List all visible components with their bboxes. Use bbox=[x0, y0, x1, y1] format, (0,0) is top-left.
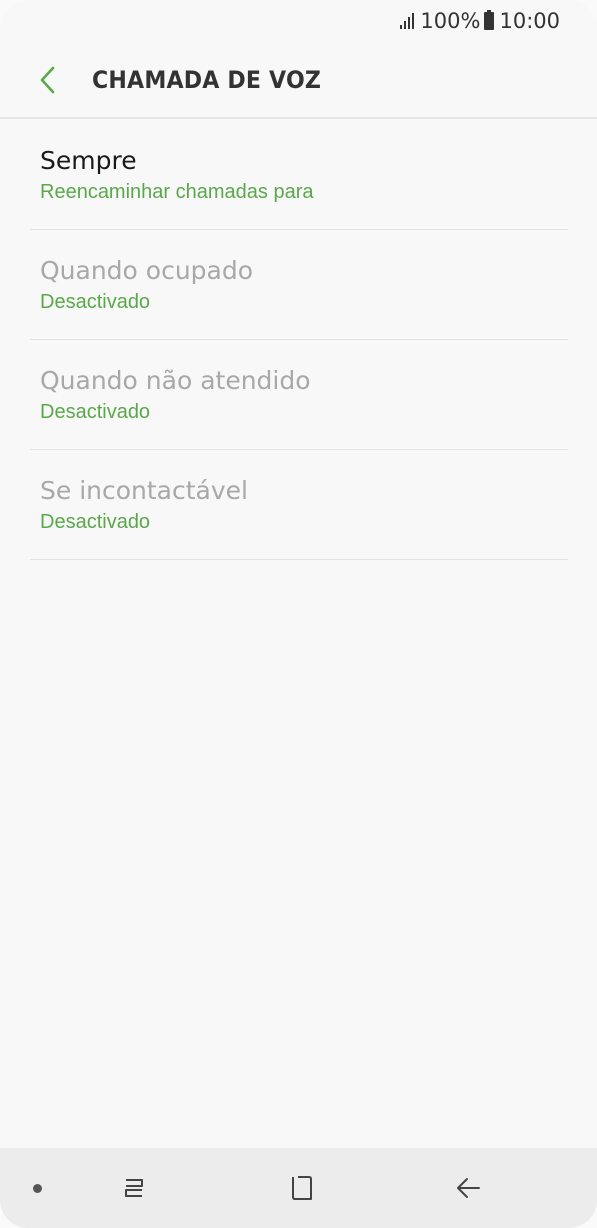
screen: 100% 10:00 CHAMADA DE VOZ Sempre Reencam… bbox=[0, 0, 597, 1228]
item-title: Se incontactável bbox=[40, 476, 248, 505]
item-subtitle: Desactivado bbox=[40, 401, 151, 423]
item-title: Quando ocupado bbox=[40, 256, 254, 285]
call-forwarding-list: Sempre Reencaminhar chamadas para Quando… bbox=[30, 120, 568, 560]
list-item-quando-ocupado[interactable]: Quando ocupado Desactivado bbox=[30, 230, 568, 340]
item-subtitle: Desactivado bbox=[40, 511, 151, 533]
item-title: Sempre bbox=[40, 146, 137, 175]
back-nav-button[interactable] bbox=[448, 1168, 488, 1208]
back-button[interactable] bbox=[28, 60, 68, 100]
app-header: CHAMADA DE VOZ bbox=[0, 42, 597, 119]
battery-percentage: 100% bbox=[420, 9, 481, 33]
item-title: Quando não atendido bbox=[40, 366, 311, 395]
list-item-sempre[interactable]: Sempre Reencaminhar chamadas para bbox=[30, 120, 568, 230]
signal-icon bbox=[400, 13, 415, 29]
back-arrow-icon bbox=[457, 1178, 480, 1198]
clock: 10:00 bbox=[499, 9, 560, 33]
page-title: CHAMADA DE VOZ bbox=[92, 65, 322, 94]
list-item-quando-nao-atendido[interactable]: Quando não atendido Desactivado bbox=[30, 340, 568, 450]
dot-icon[interactable] bbox=[33, 1184, 42, 1193]
battery-icon bbox=[484, 10, 495, 30]
recent-apps-icon bbox=[125, 1179, 143, 1197]
list-item-se-incontactavel[interactable]: Se incontactável Desactivado bbox=[30, 450, 568, 560]
status-bar: 100% 10:00 bbox=[0, 0, 597, 42]
item-subtitle: Desactivado bbox=[40, 291, 151, 313]
home-button[interactable] bbox=[281, 1168, 321, 1208]
recent-apps-button[interactable] bbox=[114, 1168, 154, 1208]
item-subtitle: Reencaminhar chamadas para bbox=[40, 181, 314, 203]
home-icon bbox=[292, 1176, 312, 1200]
navigation-bar bbox=[0, 1148, 597, 1228]
chevron-left-icon bbox=[40, 66, 55, 93]
